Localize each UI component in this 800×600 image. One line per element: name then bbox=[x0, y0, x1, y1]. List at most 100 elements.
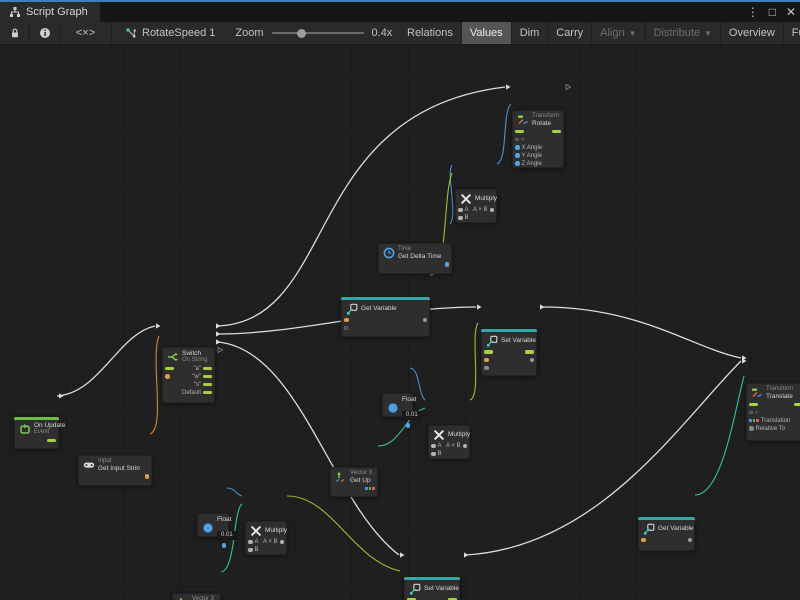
info-icon bbox=[38, 27, 51, 40]
node-on-update[interactable]: On UpdateEvent bbox=[14, 417, 59, 449]
port-flow[interactable] bbox=[203, 375, 212, 379]
window-menu-icon[interactable]: ⋮ bbox=[747, 5, 759, 19]
toolbar-button-align[interactable]: Align▼ bbox=[592, 22, 645, 44]
toolbar-button-label: Align bbox=[600, 27, 624, 39]
port-dot[interactable] bbox=[222, 543, 227, 548]
port-flow[interactable] bbox=[165, 367, 174, 371]
port-flow[interactable] bbox=[203, 383, 212, 387]
node-vector3-get-down[interactable]: Vector 3Get Down bbox=[172, 593, 221, 600]
inline-value-field[interactable]: 0.01 bbox=[402, 411, 422, 420]
port-dot[interactable] bbox=[484, 358, 489, 363]
toolbar-button-carry[interactable]: Carry bbox=[548, 22, 592, 44]
tab-script-graph[interactable]: Script Graph bbox=[0, 2, 100, 22]
node-float-center[interactable]: Float0.01 bbox=[382, 393, 413, 417]
port-dot[interactable] bbox=[248, 548, 253, 553]
port-dot[interactable] bbox=[515, 145, 520, 150]
port-dot[interactable] bbox=[248, 540, 253, 545]
flow-arrow-icon bbox=[156, 323, 161, 328]
graph-breadcrumb[interactable]: RotateSpeed 1 bbox=[112, 22, 227, 44]
port-label: A bbox=[465, 207, 469, 213]
node-get-variable-br[interactable]: Get Variable bbox=[638, 517, 695, 551]
toolbar-button-dim[interactable]: Dim bbox=[512, 22, 549, 44]
graph-canvas[interactable]: TransformRotate✛X AngleY AngleZ Angle Mul… bbox=[0, 47, 800, 600]
zoom-fit-button[interactable]: <×> bbox=[60, 22, 112, 44]
node-get-input-string[interactable]: InputGet Input Strin bbox=[78, 455, 152, 486]
port-flow[interactable] bbox=[203, 367, 212, 371]
port-dot[interactable] bbox=[406, 423, 411, 428]
multiply-icon bbox=[249, 524, 262, 537]
toolbar-button-overview[interactable]: Overview bbox=[721, 22, 784, 44]
port-flow[interactable] bbox=[515, 130, 524, 134]
port-dot[interactable] bbox=[165, 374, 170, 379]
node-set-variable-center[interactable]: Set Variable bbox=[481, 329, 537, 376]
port-ring[interactable] bbox=[749, 411, 753, 415]
zoom-slider[interactable] bbox=[272, 32, 364, 34]
port-flow[interactable] bbox=[525, 350, 534, 354]
flow-arrow-icon bbox=[506, 84, 511, 89]
flow-arrow-icon bbox=[540, 304, 545, 309]
node-multiply-top[interactable]: MultiplyAA × BB bbox=[455, 189, 497, 223]
node-set-variable-bottom[interactable]: Set Variable bbox=[404, 577, 460, 600]
port-flow[interactable] bbox=[484, 350, 493, 354]
port-dot[interactable] bbox=[490, 208, 495, 213]
port-dot[interactable] bbox=[280, 540, 285, 545]
node-port-row bbox=[15, 437, 58, 445]
zoom-slider-handle[interactable] bbox=[297, 29, 306, 38]
node-port-row bbox=[482, 364, 536, 372]
close-icon[interactable]: ✕ bbox=[786, 5, 796, 19]
port-flow[interactable] bbox=[552, 130, 561, 134]
port-flow[interactable] bbox=[47, 439, 56, 443]
port-vec3[interactable] bbox=[749, 419, 759, 422]
unity-visual-scripting-window: Script Graph ⋮ □ ✕ <×> R bbox=[0, 0, 800, 600]
flow-arrow-icon bbox=[400, 552, 405, 557]
node-port-row bbox=[342, 316, 429, 324]
port-dot[interactable] bbox=[458, 216, 463, 221]
port-dot[interactable] bbox=[530, 358, 535, 363]
inline-value-field[interactable]: 0.01 bbox=[217, 531, 237, 540]
port-dot[interactable] bbox=[344, 318, 349, 323]
variable-icon bbox=[345, 302, 358, 315]
port-dot[interactable] bbox=[431, 452, 436, 457]
port-vec3[interactable] bbox=[365, 487, 375, 490]
node-translate[interactable]: TransformTranslate✛TranslationRelative T… bbox=[746, 383, 800, 441]
port-dot[interactable] bbox=[515, 161, 520, 166]
maximize-icon[interactable]: □ bbox=[769, 5, 776, 19]
zoom-label: Zoom bbox=[235, 27, 263, 39]
node-rotate[interactable]: TransformRotate✛X AngleY AngleZ Angle bbox=[512, 110, 564, 168]
port-dot[interactable] bbox=[145, 474, 150, 479]
port-dot[interactable] bbox=[458, 208, 463, 213]
lock-icon bbox=[8, 27, 21, 40]
node-header: Set Variable bbox=[405, 580, 459, 596]
port-dot[interactable] bbox=[688, 538, 693, 543]
info-button[interactable] bbox=[30, 22, 60, 44]
flow-arrow-hollow-icon bbox=[566, 84, 571, 89]
toolbar-button-relations[interactable]: Relations bbox=[399, 22, 462, 44]
node-get-variable-top[interactable]: Get Variable bbox=[341, 297, 430, 337]
port-label: Z Angle bbox=[522, 161, 542, 167]
port-dot[interactable] bbox=[484, 366, 489, 371]
node-title: Set Variable bbox=[501, 337, 532, 344]
port-dot[interactable] bbox=[431, 444, 436, 449]
port-dot[interactable] bbox=[445, 262, 450, 267]
node-multiply-bottom[interactable]: MultiplyAA × BB bbox=[245, 521, 287, 555]
node-title: Multiply bbox=[265, 527, 282, 534]
node-multiply-center[interactable]: MultiplyAA × BB bbox=[428, 425, 470, 459]
port-dot[interactable] bbox=[423, 318, 428, 323]
port-ring[interactable] bbox=[515, 138, 519, 142]
port-flow[interactable] bbox=[203, 391, 212, 395]
port-dot[interactable] bbox=[641, 538, 646, 543]
node-switch[interactable]: SwitchOn String"a""w""s"Default bbox=[162, 347, 215, 403]
lock-button[interactable] bbox=[0, 22, 30, 44]
node-float-bottom[interactable]: Float0.01 bbox=[197, 513, 229, 537]
port-flow[interactable] bbox=[749, 403, 758, 407]
toolbar-button-distribute[interactable]: Distribute▼ bbox=[646, 22, 721, 44]
port-dot[interactable] bbox=[463, 444, 468, 449]
toolbar-button-values[interactable]: Values bbox=[462, 22, 512, 44]
port-dot[interactable] bbox=[515, 153, 520, 158]
port-dot[interactable] bbox=[749, 426, 754, 431]
port-flow[interactable] bbox=[794, 403, 800, 407]
toolbar-button-full-screen[interactable]: Full Screen bbox=[784, 22, 800, 44]
node-get-delta-time[interactable]: TimeGet Delta Time bbox=[378, 243, 452, 274]
node-vector3-get-up[interactable]: Vector 3Get Up bbox=[330, 467, 378, 497]
port-ring[interactable] bbox=[344, 326, 348, 330]
